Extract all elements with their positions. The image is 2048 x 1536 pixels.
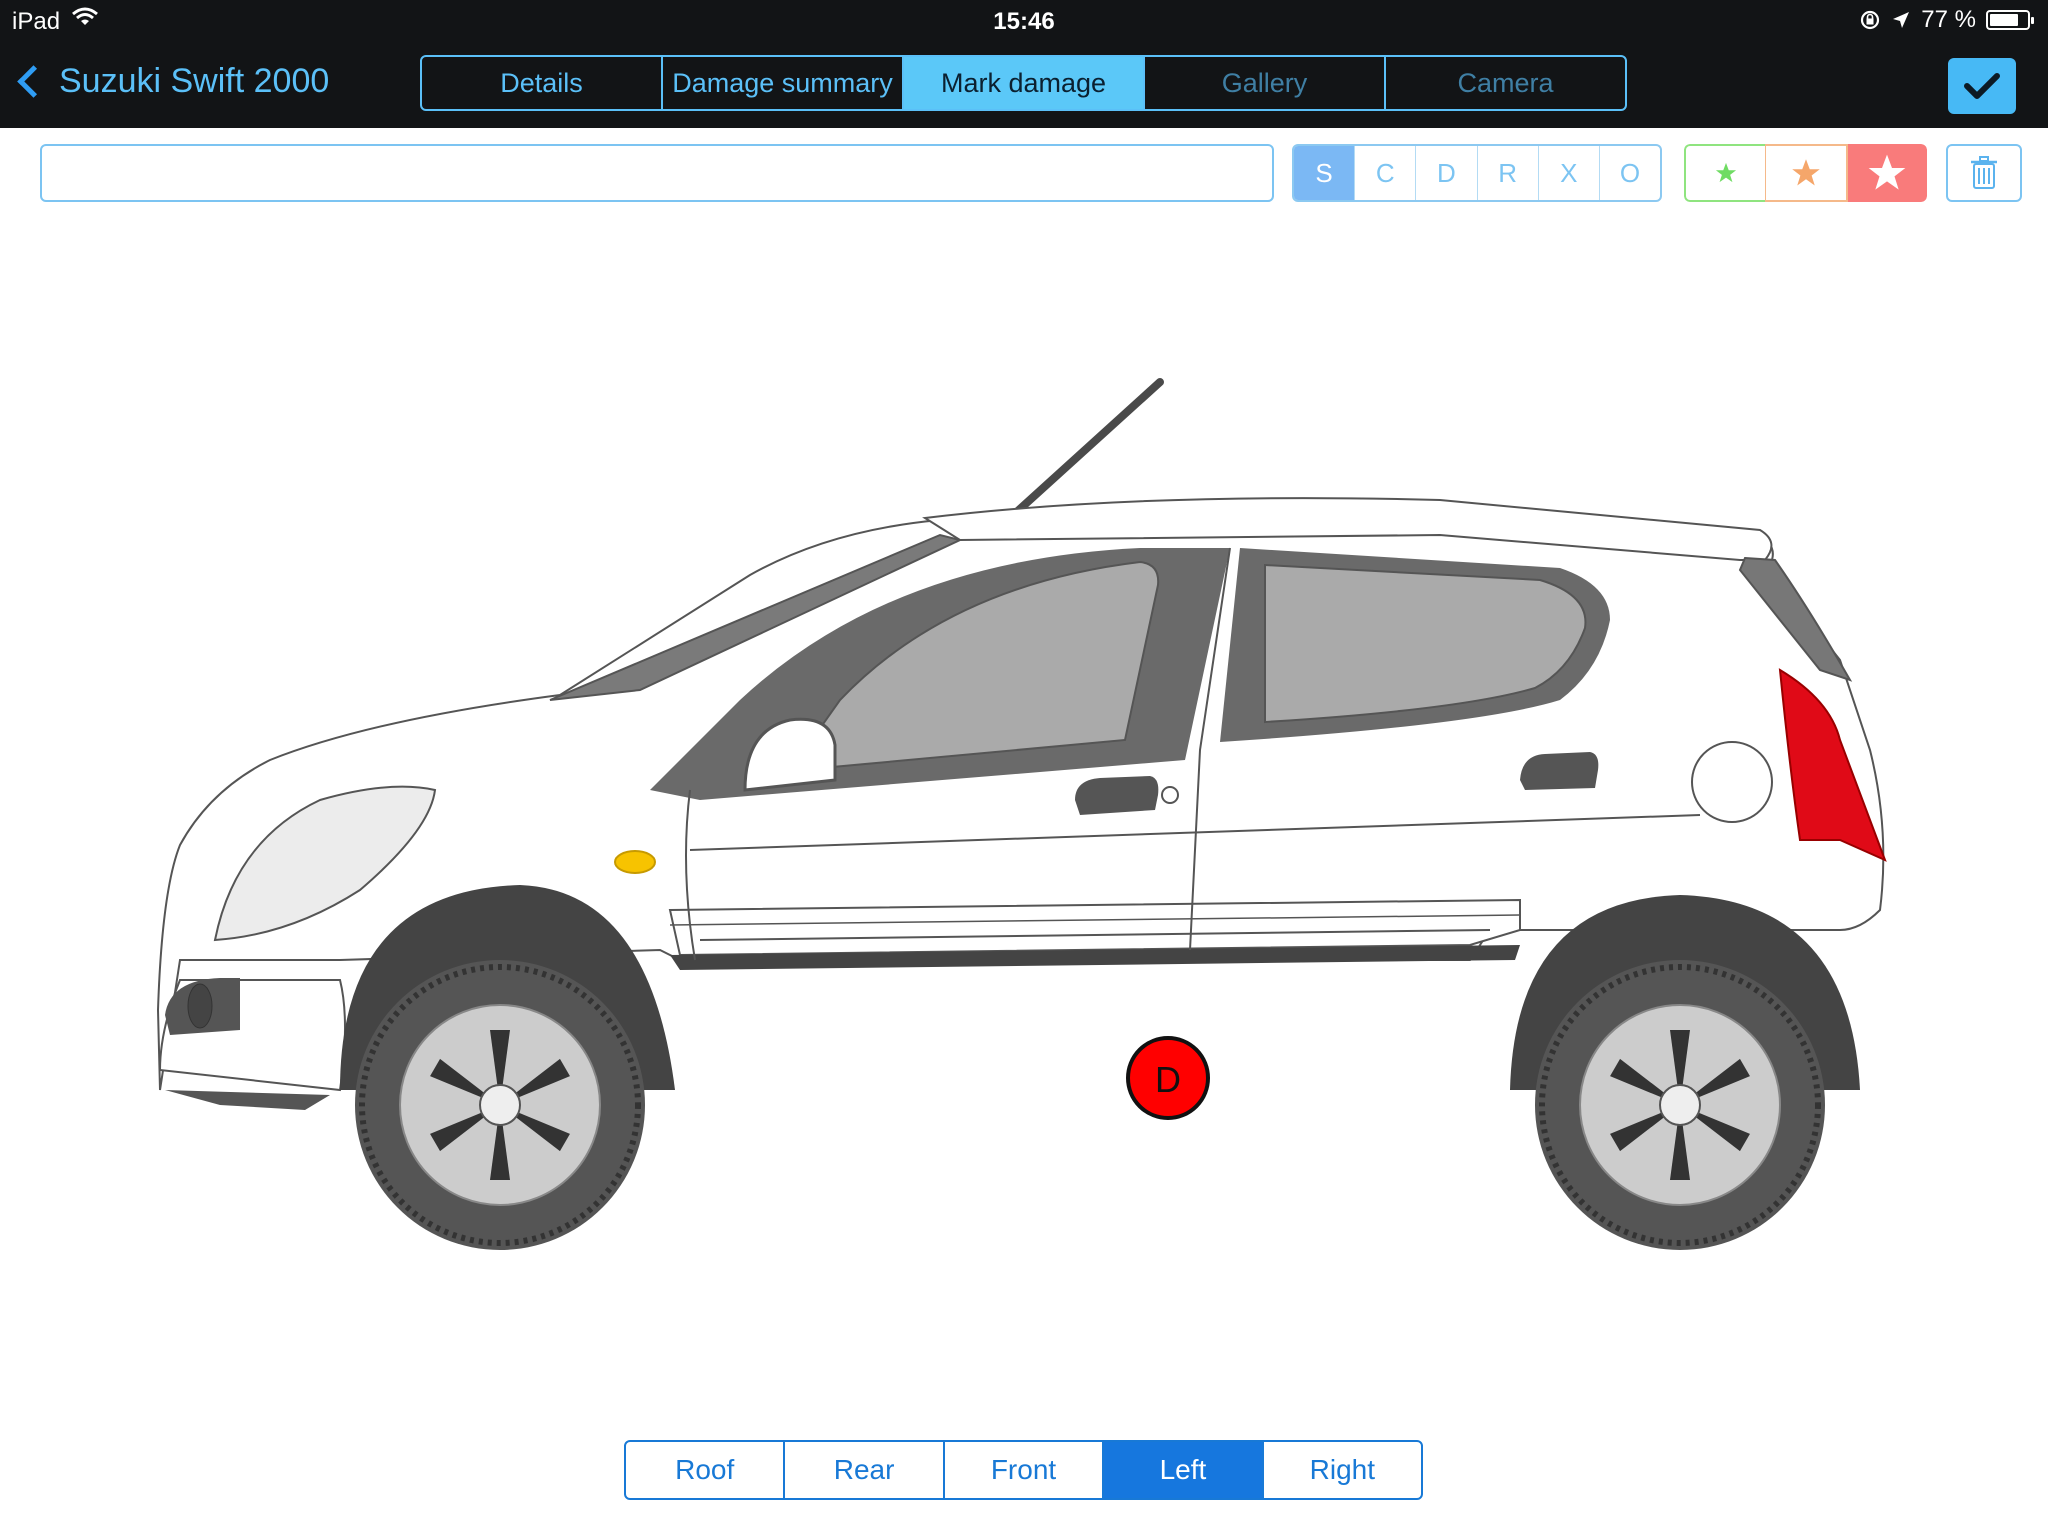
code-o[interactable]: O — [1600, 146, 1660, 200]
code-r[interactable]: R — [1478, 146, 1539, 200]
done-button[interactable] — [1948, 58, 2016, 114]
damage-marker[interactable]: D — [1126, 1036, 1210, 1120]
tab-details[interactable]: Details — [422, 57, 663, 109]
back-button[interactable]: Suzuki Swift 2000 — [14, 62, 329, 101]
car-rear-wheel[interactable] — [1535, 960, 1825, 1250]
severity-high-button[interactable] — [1847, 144, 1927, 202]
medium-star-icon — [1792, 159, 1820, 186]
status-time: 15:46 — [993, 8, 1055, 35]
back-title: Suzuki Swift 2000 — [59, 62, 330, 100]
damage-code-selector: S C D R X O — [1292, 144, 1662, 202]
car-front-door-handle[interactable] — [1075, 776, 1159, 815]
main-tabs: Details Damage summary Mark damage Galle… — [420, 55, 1627, 111]
view-right[interactable]: Right — [1264, 1442, 1421, 1498]
rotation-lock-icon — [1861, 10, 1880, 30]
status-right: 77 % — [1859, 6, 2034, 34]
battery-fill — [1990, 14, 2018, 26]
large-star-icon — [1868, 154, 1906, 190]
battery-percent: 77 % — [1921, 6, 1976, 33]
severity-medium-button[interactable] — [1765, 144, 1848, 202]
tab-camera[interactable]: Camera — [1386, 57, 1625, 109]
code-c[interactable]: C — [1355, 146, 1417, 200]
view-front[interactable]: Front — [945, 1442, 1105, 1498]
small-star-icon — [1715, 162, 1736, 183]
car-front-wheel[interactable] — [355, 960, 645, 1250]
code-d[interactable]: D — [1416, 146, 1478, 200]
car-diagram[interactable]: D — [140, 370, 1940, 1270]
delete-button[interactable] — [1946, 144, 2022, 202]
tab-mark-damage[interactable]: Mark damage — [904, 57, 1145, 109]
checkmark-icon — [1964, 73, 2000, 99]
severity-low-button[interactable] — [1684, 144, 1766, 202]
view-roof[interactable]: Roof — [626, 1442, 786, 1498]
tab-damage-summary[interactable]: Damage summary — [663, 57, 904, 109]
code-s[interactable]: S — [1294, 146, 1356, 200]
view-rear[interactable]: Rear — [785, 1442, 945, 1498]
damage-marker-label: D — [1155, 1059, 1181, 1100]
view-left[interactable]: Left — [1104, 1442, 1264, 1498]
severity-selector — [1684, 144, 1927, 202]
tab-gallery[interactable]: Gallery — [1145, 57, 1386, 109]
car-indicator[interactable] — [614, 850, 656, 874]
battery-icon — [1986, 10, 2034, 30]
chevron-left-icon — [17, 65, 50, 98]
damage-note-input[interactable] — [40, 144, 1274, 202]
status-bar: iPad 15:46 77 % — [0, 0, 2048, 40]
car-fuel-cap[interactable] — [1691, 741, 1773, 823]
code-x[interactable]: X — [1539, 146, 1600, 200]
location-icon — [1893, 12, 1910, 28]
trash-icon — [1971, 156, 1997, 189]
view-selector: Roof Rear Front Left Right — [624, 1440, 1423, 1500]
car-rear-door-handle[interactable] — [1520, 752, 1599, 790]
car-antenna — [1006, 378, 1164, 522]
